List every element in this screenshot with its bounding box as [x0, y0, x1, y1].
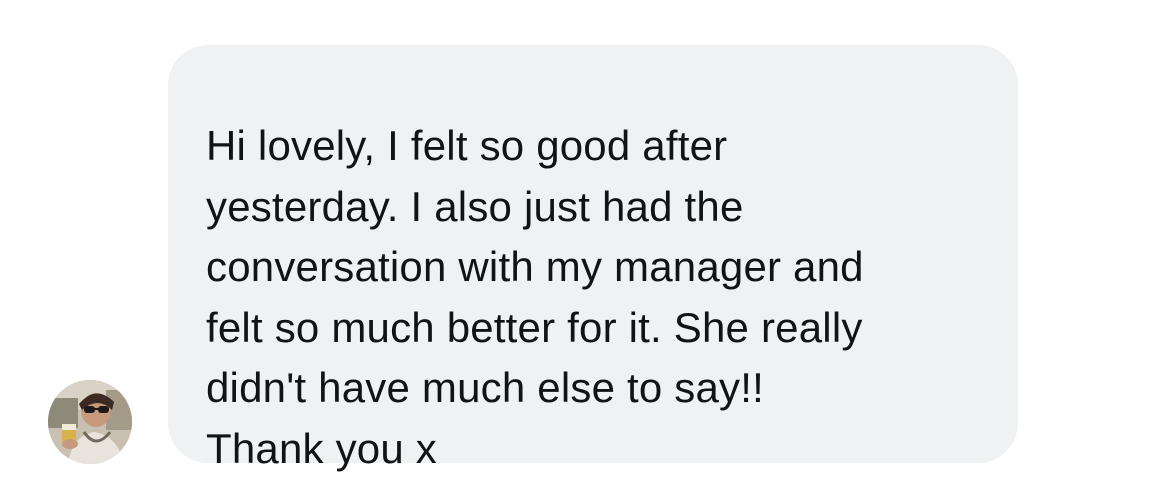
- message-text: Hi lovely, I felt so good after yesterda…: [206, 116, 998, 479]
- profile-photo-icon: [48, 380, 132, 464]
- message-line: Hi lovely, I felt so good after: [206, 122, 728, 169]
- sender-avatar[interactable]: [48, 380, 132, 464]
- message-line: yesterday. I also just had the: [206, 182, 744, 230]
- message-line: Thank you x: [206, 424, 437, 472]
- message-line: felt so much better for it. She really: [206, 303, 863, 351]
- message-line: didn't have much else to say!!: [206, 364, 764, 411]
- message-line: conversation with my manager and: [206, 243, 864, 290]
- message-bubble[interactable]: Hi lovely, I felt so good after yesterda…: [168, 45, 1018, 472]
- chat-thread: Hi lovely, I felt so good after yesterda…: [0, 0, 1170, 482]
